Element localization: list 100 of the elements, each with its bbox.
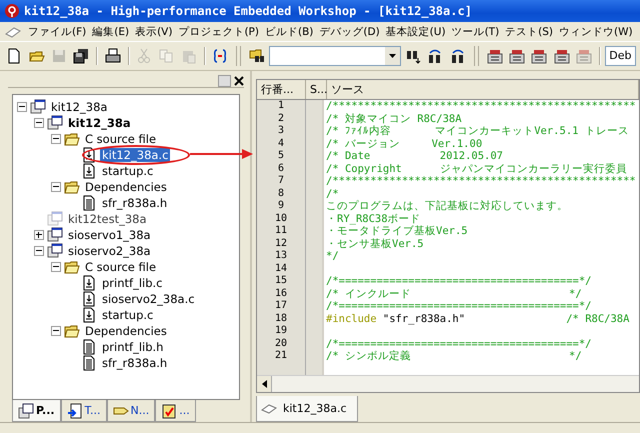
menu-item[interactable]: ファイル(F) [28,24,86,38]
header-file-icon [81,339,97,355]
expand-toggle[interactable] [51,262,61,272]
tree-item[interactable]: sioservo2_38a [66,244,153,258]
tree-item[interactable]: sioservo2_38a.c [100,292,197,306]
menu-item[interactable]: プロジェクト(P) [178,24,259,38]
document-icon [261,402,277,414]
folder-icon [64,259,80,275]
tree-item[interactable]: C source file [83,132,158,146]
code-line: ・センサ基板Ver.5 [326,238,424,250]
menu-item[interactable]: デバッグ(D) [319,24,380,38]
tree-item[interactable]: startup.c [100,308,156,322]
menu-item[interactable]: ウィンドウ(W) [559,24,633,38]
tree-item[interactable]: printf_lib.h [100,340,166,354]
app-icon [4,3,20,19]
line-number: 13 [274,250,288,261]
code-line: #include "sfr_r838a.h" /* R8C/38A [326,312,630,324]
expand-toggle[interactable] [34,230,44,240]
menu-item[interactable]: 編集(E) [92,24,130,38]
menu-item[interactable]: 表示(V) [135,24,172,38]
code-line: /* インクルード */ [326,288,582,300]
header-file-icon [81,195,97,211]
file-tab[interactable]: kit12_38a.c [256,396,358,422]
line-number: 3 [278,125,284,136]
line-number: 11 [274,225,288,236]
line-number: 9 [278,200,284,211]
expand-toggle[interactable] [17,102,27,112]
dropdown-field[interactable] [269,46,401,66]
line-number: 7 [278,175,284,186]
code-line: /* ﾌｧｲﾙ内容 マイコンカーキットVer.5.1 トレース [326,125,629,137]
folder-icon [64,179,80,195]
expand-toggle[interactable] [51,134,61,144]
workspace-icon [30,99,46,115]
line-number: 17 [274,300,288,311]
line-number: 2 [278,112,284,124]
code-line: ・RY_R8C38ボード [326,212,421,224]
projects-icon [18,402,34,418]
folder-icon [64,131,80,147]
line-number: 6 [278,162,284,174]
panel-tab[interactable]: ... [155,400,196,422]
source-file-icon [81,291,97,307]
folder-icon [64,323,80,339]
line-number: 4 [278,138,284,148]
expand-toggle[interactable] [51,182,61,192]
code-line: /*======================================*/ [326,300,592,312]
tree-item[interactable]: kit12_38a [66,116,133,130]
expand-toggle[interactable] [34,246,44,256]
code-line: /* 対象マイコン R8C/38A [326,112,462,124]
project-icon [47,211,63,227]
line-number: 8 [278,188,284,198]
configuration-dropdown[interactable]: Deb [605,46,636,66]
line-number: 12 [274,238,288,248]
line-number: 5 [278,150,284,161]
expand-toggle[interactable] [34,118,44,128]
code-line: /* バージョン Ver.1.00 [326,138,482,150]
document-icon [4,24,22,38]
menu-item[interactable]: ビルド(B) [264,24,314,38]
arrow [190,148,254,160]
project-icon [47,227,63,243]
column-header[interactable]: S... [306,80,327,99]
tree-item[interactable]: startup.c [100,164,156,178]
code-line: ・モータドライブ基板Ver.5 [326,225,468,237]
tree-item[interactable]: sioservo1_38a [66,228,153,242]
line-number: 16 [274,288,288,298]
tree-item[interactable]: sfr_r838a.h [100,196,170,210]
line-number: 14 [274,262,288,274]
column-header[interactable]: 行番... [257,80,306,99]
source-file-icon [81,307,97,323]
menu-item[interactable]: 基本設定(U) [386,24,446,38]
tree-item[interactable]: sfr_r838a.h [100,356,170,370]
line-number: 15 [274,275,288,286]
source-file-icon [81,275,97,291]
panel-tab[interactable]: N... [106,400,156,422]
code-line: /* [326,188,339,200]
line-number: 19 [274,325,288,336]
tree-item[interactable]: printf_lib.c [100,276,164,290]
tree-item[interactable]: kit12_38a.c [100,148,170,162]
panel-tab[interactable]: P... [12,400,61,422]
document-icon [66,402,83,418]
tree-item[interactable]: Dependencies [83,324,169,338]
panel-tab[interactable]: T... [60,400,106,422]
horizontal-scrollbar[interactable] [257,375,639,392]
code-line: このプログラムは、下記基板に対応しています。 [326,200,568,212]
tree-item[interactable]: kit12_38a [49,100,110,114]
column-header[interactable]: ソース [327,80,639,99]
code-line: */ [326,250,339,262]
code-line: /* Copyright ジャパンマイコンカーラリー実行委員 [326,162,627,174]
source-file-icon [81,163,97,179]
close-icon[interactable] [234,76,244,86]
line-number: 20 [274,338,288,348]
code-line: /* Date 2012.05.07 [326,150,504,162]
tree-item[interactable]: Dependencies [83,180,169,194]
code-line: /*======================================*/ [326,338,592,350]
tree-item[interactable]: C source file [83,260,158,274]
line-number: 1 [278,100,284,111]
line-number: 21 [274,350,288,361]
expand-toggle[interactable] [51,326,61,336]
left-arrow-icon [262,380,266,388]
menu-item[interactable]: ツール(T) [452,24,500,38]
menu-item[interactable]: テスト(S) [505,24,554,38]
